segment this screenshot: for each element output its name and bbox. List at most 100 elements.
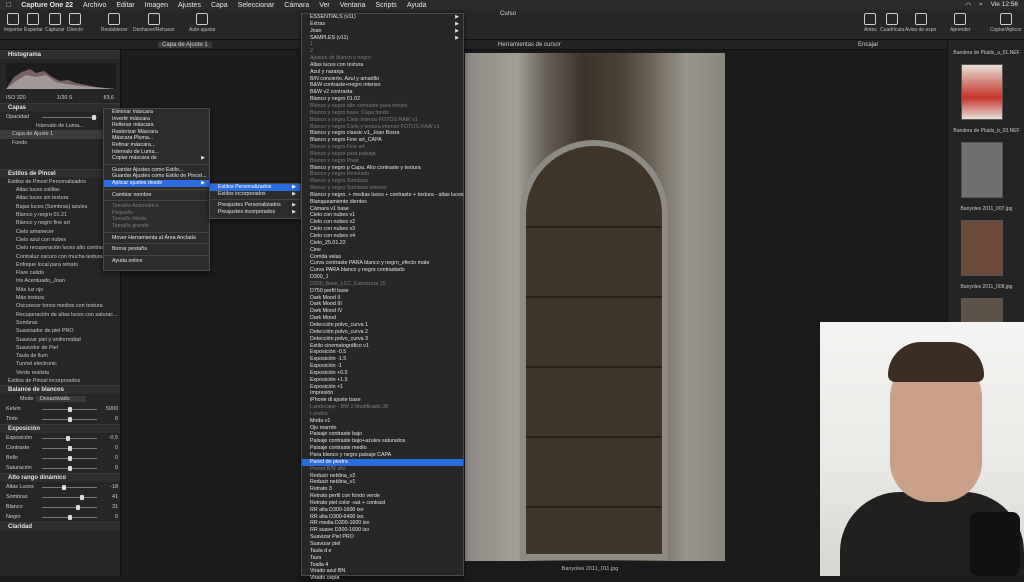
layer-selector[interactable]: Capa de Ajuste 1	[158, 42, 212, 48]
list-item[interactable]: Verde realista	[0, 369, 120, 377]
clock[interactable]: Vie 12:56	[991, 1, 1018, 9]
menu-item[interactable]: Retrato piel color -sat + contrast	[302, 500, 463, 507]
menu-item[interactable]: Joan ▶	[302, 28, 463, 35]
layer-adjust-1[interactable]: Capa de Ajuste 1	[0, 130, 120, 139]
before-button[interactable]: Antes	[864, 13, 877, 33]
reset-button[interactable]: Restablecer	[101, 13, 128, 33]
export-button[interactable]: Exportar	[24, 13, 43, 33]
menu-ayuda[interactable]: Ayuda	[407, 2, 427, 9]
list-item[interactable]: Suavizdor de Piel	[0, 344, 120, 352]
menu-item[interactable]: Preajustes Personalizados ▶	[210, 202, 300, 209]
thumbnail[interactable]	[961, 220, 1003, 276]
menu-item[interactable]: Reducir neblina_v1	[302, 479, 463, 486]
list-item[interactable]: Enfoque local para retrato	[0, 261, 120, 269]
list-item[interactable]: Recuperación de altas luces con saturac.…	[0, 311, 120, 319]
menu-item[interactable]: Retrato perfil con fondo verde	[302, 493, 463, 500]
menu-item[interactable]: Virado azul BN	[302, 568, 463, 575]
menu-item[interactable]: Guardar Ajustes como Estilo de Pincel...	[104, 173, 209, 180]
menu-item[interactable]: Curva PARA blanco y negro contrastado	[302, 267, 463, 274]
menu-item[interactable]: Estilos incorporados ▶	[210, 191, 300, 198]
menu-capa[interactable]: Capa	[211, 2, 228, 9]
menu-item[interactable]: Reducir neblina_v2	[302, 473, 463, 480]
menu-item[interactable]: Cielo_25.01.22	[302, 240, 463, 247]
highlights-slider[interactable]	[42, 484, 97, 490]
auto-adjust-button[interactable]: Auto ajustar	[189, 13, 216, 33]
menu-item[interactable]: Eliminar máscara	[104, 109, 209, 116]
list-item[interactable]: Altas luces sin textura	[0, 194, 120, 202]
menu-item[interactable]: D300_1	[302, 274, 463, 281]
menu-item[interactable]: Paisaje contraste bajo	[302, 431, 463, 438]
menu-item-custom-styles[interactable]: Estilos Personalizados ▶	[210, 184, 300, 191]
menu-item[interactable]: Detección polvo_curva 3	[302, 336, 463, 343]
menu-item[interactable]: Cine	[302, 247, 463, 254]
brush-styles-custom[interactable]: Estilos de Pincel Personalizados	[0, 178, 120, 186]
menu-item[interactable]: Cielo con nubes v1	[302, 212, 463, 219]
menu-item[interactable]: ESSENTIALS (v11) ▶	[302, 14, 463, 21]
grid-button[interactable]: Cuadrícula	[880, 13, 904, 33]
menu-scripts[interactable]: Scripts	[375, 2, 396, 9]
learn-button[interactable]: Aprender	[950, 13, 971, 33]
shadows-slider[interactable]	[42, 494, 97, 500]
menu-item[interactable]: B&W v2 contrasta	[302, 89, 463, 96]
list-item[interactable]: Blanco y negro fine art	[0, 219, 120, 227]
list-item[interactable]: Suavizador de piel PRO	[0, 327, 120, 335]
luma-range-button[interactable]: Intervalo de Luma...	[0, 122, 120, 130]
brightness-slider[interactable]	[42, 455, 97, 461]
menu-item[interactable]: Blanco y negro p Capa. Alto contraste y …	[302, 165, 463, 172]
menu-item[interactable]: RR alta D300-6400 iso	[302, 514, 463, 521]
menu-item[interactable]: Taza	[302, 555, 463, 562]
menu-item[interactable]: Máscara Pluma...	[104, 135, 209, 142]
menu-item[interactable]: Rasterizar Máscara	[104, 129, 209, 136]
menu-item[interactable]: Paisaje contraste medio	[302, 445, 463, 452]
menu-editar[interactable]: Editar	[116, 2, 134, 9]
menu-item[interactable]: Ojo marrón	[302, 425, 463, 432]
layer-background[interactable]: Fondo	[0, 139, 120, 147]
menu-item[interactable]: Exposición -0.5	[302, 349, 463, 356]
white-slider[interactable]	[42, 504, 97, 510]
list-item[interactable]: Iris Acentuado_Joan	[0, 277, 120, 285]
menu-item[interactable]: Exposición -1.5	[302, 356, 463, 363]
menu-item[interactable]: Blanco y negro. + medias luces + contras…	[302, 192, 464, 199]
brush-styles-embedded[interactable]: Estilos de Pincel incorporados	[0, 377, 120, 385]
menu-item[interactable]: Refinar máscara...	[104, 142, 209, 149]
menu-item[interactable]: Dark Mood IV	[302, 308, 463, 315]
hdr-header[interactable]: Alto rango dinámico	[0, 473, 120, 483]
exposure-warning-button[interactable]: Aviso de expo	[905, 13, 936, 33]
menu-item[interactable]: Dark Mood	[302, 315, 463, 322]
list-item[interactable]: Cielo recuperación luces alto contraste	[0, 244, 120, 252]
saturation-slider[interactable]	[42, 465, 97, 471]
menu-item[interactable]: Altas luces con textura	[302, 62, 463, 69]
list-item[interactable]: Sombras	[0, 319, 120, 327]
menu-camara[interactable]: Cámara	[284, 2, 309, 9]
menu-item[interactable]: SAMPLES (v11) ▶	[302, 35, 463, 42]
menu-item[interactable]: Exposición +1	[302, 384, 463, 391]
layers-header[interactable]: Capas	[0, 103, 120, 112]
brush-styles-header[interactable]: Estilos de Pincel	[0, 168, 120, 178]
exposure-header[interactable]: Exposición	[0, 424, 120, 434]
import-button[interactable]: Importar	[4, 13, 23, 33]
menu-item[interactable]: Guardar Ajustes como Estilo...	[104, 167, 209, 174]
list-item[interactable]: Bajas luces (Sombras) azules	[0, 203, 120, 211]
menu-item[interactable]: Detección polvo_curva 1	[302, 322, 463, 329]
menu-item[interactable]: Toalla 4	[302, 562, 463, 569]
menu-item[interactable]: Blanco y negro Fine art_CAPA	[302, 137, 463, 144]
menu-item[interactable]: Dark Mood III	[302, 301, 463, 308]
list-item[interactable]: Taula de llum	[0, 352, 120, 360]
list-item[interactable]: Contraluz oscuro con mucha textura	[0, 253, 120, 261]
menu-item[interactable]: Detección polvo_curva 2	[302, 329, 463, 336]
menu-item[interactable]: Exposición -1	[302, 363, 463, 370]
undo-redo-button[interactable]: Deshacer/Rehacer	[133, 13, 175, 33]
menu-item[interactable]: Impresión	[302, 390, 463, 397]
menu-seleccionar[interactable]: Seleccionar	[238, 2, 275, 9]
menu-item[interactable]: Invertir máscara	[104, 116, 209, 123]
menu-item[interactable]: B&W contraste+negro intenso	[302, 82, 463, 89]
wifi-icon[interactable]: ◠	[965, 1, 971, 9]
exposure-slider[interactable]	[42, 435, 97, 441]
menu-item[interactable]: Azul y naranja	[302, 69, 463, 76]
menu-item[interactable]: Cielo con nubes v3	[302, 226, 463, 233]
menu-item[interactable]: Intervalo de Luma...	[104, 149, 209, 156]
menu-item[interactable]: Blanqueamiento dientes	[302, 199, 463, 206]
menu-item[interactable]: Blanco y negro 01.02	[302, 96, 463, 103]
menu-ajustes[interactable]: Ajustes	[178, 2, 201, 9]
white-balance-header[interactable]: Balance de blancos	[0, 385, 120, 395]
